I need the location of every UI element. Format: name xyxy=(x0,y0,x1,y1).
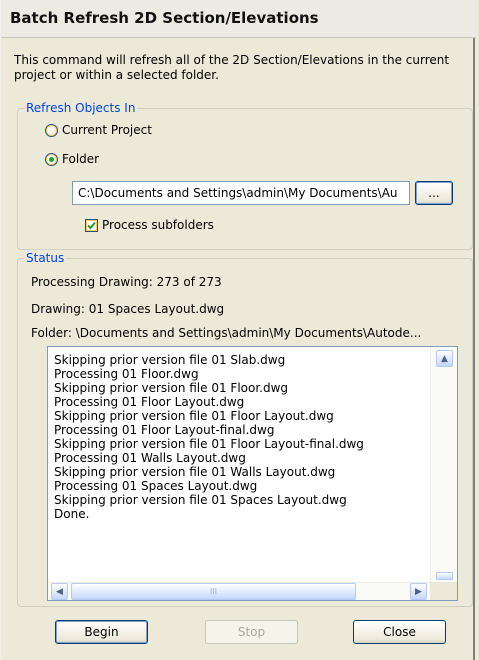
radio-unselected-icon[interactable] xyxy=(45,123,58,137)
log-lines: Skipping prior version file 01 Slab.dwg … xyxy=(54,353,429,521)
log-line: Skipping prior version file 01 Slab.dwg xyxy=(54,353,286,367)
scroll-left-icon[interactable]: ◀ xyxy=(51,583,68,600)
log-line: Skipping prior version file 01 Spaces La… xyxy=(54,493,347,507)
browse-button[interactable]: ... xyxy=(415,181,453,205)
refresh-objects-legend: Refresh Objects In xyxy=(26,101,136,115)
processing-count: Processing Drawing: 273 of 273 xyxy=(31,275,222,289)
current-drawing: Drawing: 01 Spaces Layout.dwg xyxy=(31,302,225,316)
radio-folder-label: Folder xyxy=(62,152,100,166)
process-subfolders-checkbox[interactable]: Process subfolders xyxy=(85,218,214,232)
radio-folder[interactable]: Folder xyxy=(45,152,99,166)
log-line: Processing 01 Floor.dwg xyxy=(54,367,199,381)
radio-current-project[interactable]: Current Project xyxy=(45,123,152,137)
stop-button[interactable]: Stop xyxy=(205,620,298,644)
radio-selected-icon[interactable] xyxy=(45,152,58,166)
dialog-title: Batch Refresh 2D Section/Elevations xyxy=(1,0,476,38)
log-listbox[interactable]: Skipping prior version file 01 Slab.dwg … xyxy=(47,346,458,601)
folder-path-input[interactable]: C:\Documents and Settings\admin\My Docum… xyxy=(72,181,410,205)
process-subfolders-label: Process subfolders xyxy=(102,218,214,232)
log-line: Skipping prior version file 01 Floor Lay… xyxy=(54,409,334,423)
log-line: Skipping prior version file 01 Walls Lay… xyxy=(54,465,336,479)
log-line: Skipping prior version file 01 Floor Lay… xyxy=(54,437,364,451)
log-line: Processing 01 Walls Layout.dwg xyxy=(54,451,246,465)
log-line: Processing 01 Floor Layout-final.dwg xyxy=(54,423,275,437)
vertical-scrollbar[interactable]: ▲ ▼ xyxy=(430,347,457,600)
checkmark-icon[interactable] xyxy=(85,218,98,232)
batch-refresh-dialog: Batch Refresh 2D Section/Elevations This… xyxy=(0,0,476,660)
status-legend: Status xyxy=(26,251,65,265)
begin-button[interactable]: Begin xyxy=(55,620,148,644)
radio-current-project-label: Current Project xyxy=(62,123,152,137)
log-line: Done. xyxy=(54,507,90,521)
scroll-up-icon[interactable]: ▲ xyxy=(436,350,453,367)
close-button[interactable]: Close xyxy=(353,620,446,644)
current-folder: Folder: \Documents and Settings\admin\My… xyxy=(31,326,422,340)
log-line: Processing 01 Floor Layout.dwg xyxy=(54,395,245,409)
intro-text: This command will refresh all of the 2D … xyxy=(14,53,450,82)
scroll-thumb[interactable] xyxy=(436,572,453,580)
scroll-thumb-horizontal[interactable]: III xyxy=(71,583,356,600)
horizontal-scrollbar[interactable]: ◀ III ▶ xyxy=(48,582,431,600)
log-line: Processing 01 Spaces Layout.dwg xyxy=(54,479,258,493)
log-line: Skipping prior version file 01 Floor.dwg xyxy=(54,381,289,395)
scrollbar-corner xyxy=(430,582,457,600)
scroll-right-icon[interactable]: ▶ xyxy=(410,583,427,600)
